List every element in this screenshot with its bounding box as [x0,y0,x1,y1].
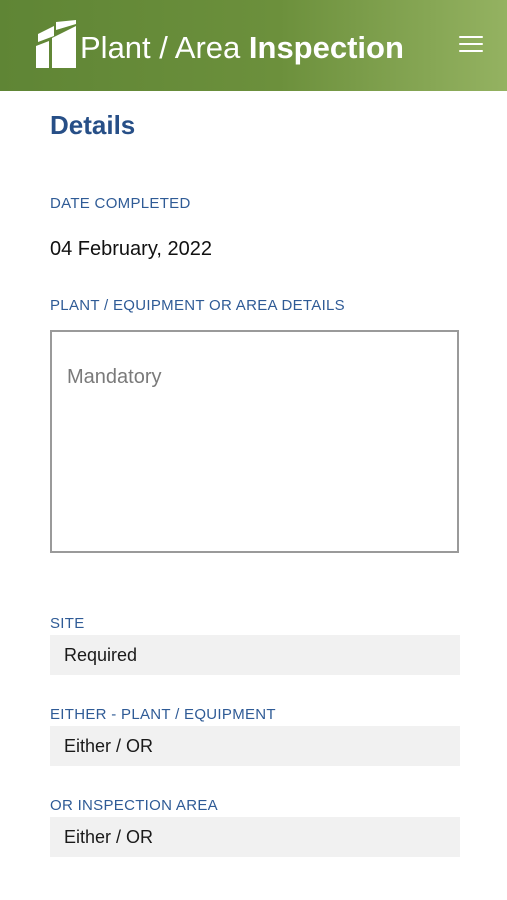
inspection-area-select-value: Either / OR [64,827,154,847]
plant-details-placeholder: Mandatory [67,366,162,388]
plant-equipment-select[interactable]: Either / OR [50,726,460,766]
date-completed-label: DATE COMPLETED [50,195,191,212]
plant-equipment-select-value: Either / OR [64,736,154,756]
plant-details-label: PLANT / EQUIPMENT OR AREA DETAILS [50,297,345,314]
app-header: Plant / Area Inspection [0,0,507,91]
section-title: Details [50,110,136,140]
app-title-light: Plant / Area [80,30,249,65]
date-completed-value[interactable]: 04 February, 2022 [50,236,212,262]
ti-logo-icon [36,20,76,68]
app-title: Plant / Area Inspection [80,28,404,68]
hamburger-menu-icon[interactable] [455,32,487,58]
site-select[interactable]: Required [50,635,460,675]
site-label: SITE [50,615,85,632]
site-select-value: Required [64,645,138,665]
plant-equipment-label: EITHER - PLANT / EQUIPMENT [50,706,276,723]
inspection-area-label: OR INSPECTION AREA [50,797,218,814]
app-title-bold: Inspection [248,30,404,65]
inspection-area-select[interactable]: Either / OR [50,817,460,857]
plant-details-textarea[interactable]: Mandatory [50,330,459,553]
